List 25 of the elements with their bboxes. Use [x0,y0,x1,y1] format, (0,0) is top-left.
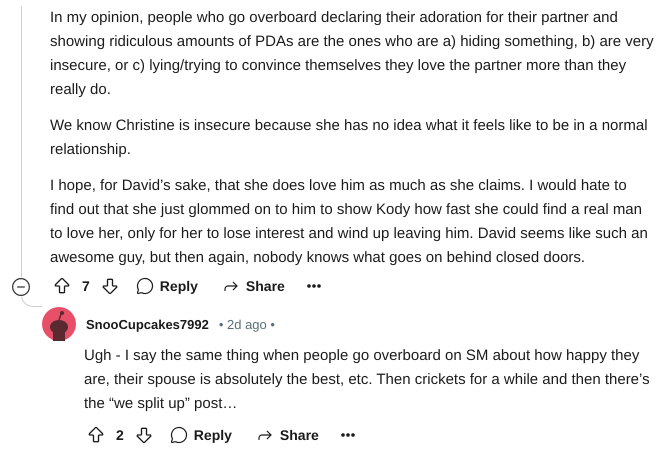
more-icon [306,284,321,288]
downvote-icon [100,276,120,296]
minus-icon [11,277,31,297]
username[interactable]: SnooCupcakes7992 [86,316,209,332]
downvote-icon [134,425,154,445]
reply-button[interactable]: Reply [160,422,242,448]
reply-button[interactable]: Reply [126,273,208,299]
comment-text: In my opinion, people who go overboard declaring their adoration for their partner and showing ridiculous amounts of PDAs are the ones who are a) hiding something, b) are very insecure, or c) lying/trying to convince themselves they love the partner more than they really do. [50,8,655,100]
more-options-button[interactable] [304,282,323,290]
reply-text: Ugh - I say the same thing when people go overboard on SM about how happy they are, their spouse is absolutely the best, etc. Then crickets for a while and then there’s the “we split up” post… [84,346,651,414]
upvote-icon [86,425,106,445]
vote-count: 2 [115,427,125,443]
share-button[interactable]: Share [246,422,329,448]
vote-count: 7 [81,278,91,294]
comment-text: We know Christine is insecure because she has no idea what it feels like to be in a normal relationship. [50,116,649,160]
more-icon [340,433,355,437]
upvote-icon [52,276,72,296]
more-options-button[interactable] [338,431,357,439]
comment-age: • 2d ago • [218,316,275,332]
avatar[interactable] [42,307,76,341]
share-button[interactable]: Share [212,273,295,299]
speech-bubble-icon [136,277,154,295]
comment-text: I hope, for David’s sake, that she does love him as much as she claims. I would hate to find out that she just glommed on to him to show Kody how fast she could find a real man to love her, only for her to lose interest and wind up leaving him. David seems like such an awesome guy, but then again, nobody knows what goes on behind closed doors. [50,176,649,268]
collapse-button[interactable] [11,277,31,297]
speech-bubble-icon [170,426,188,444]
